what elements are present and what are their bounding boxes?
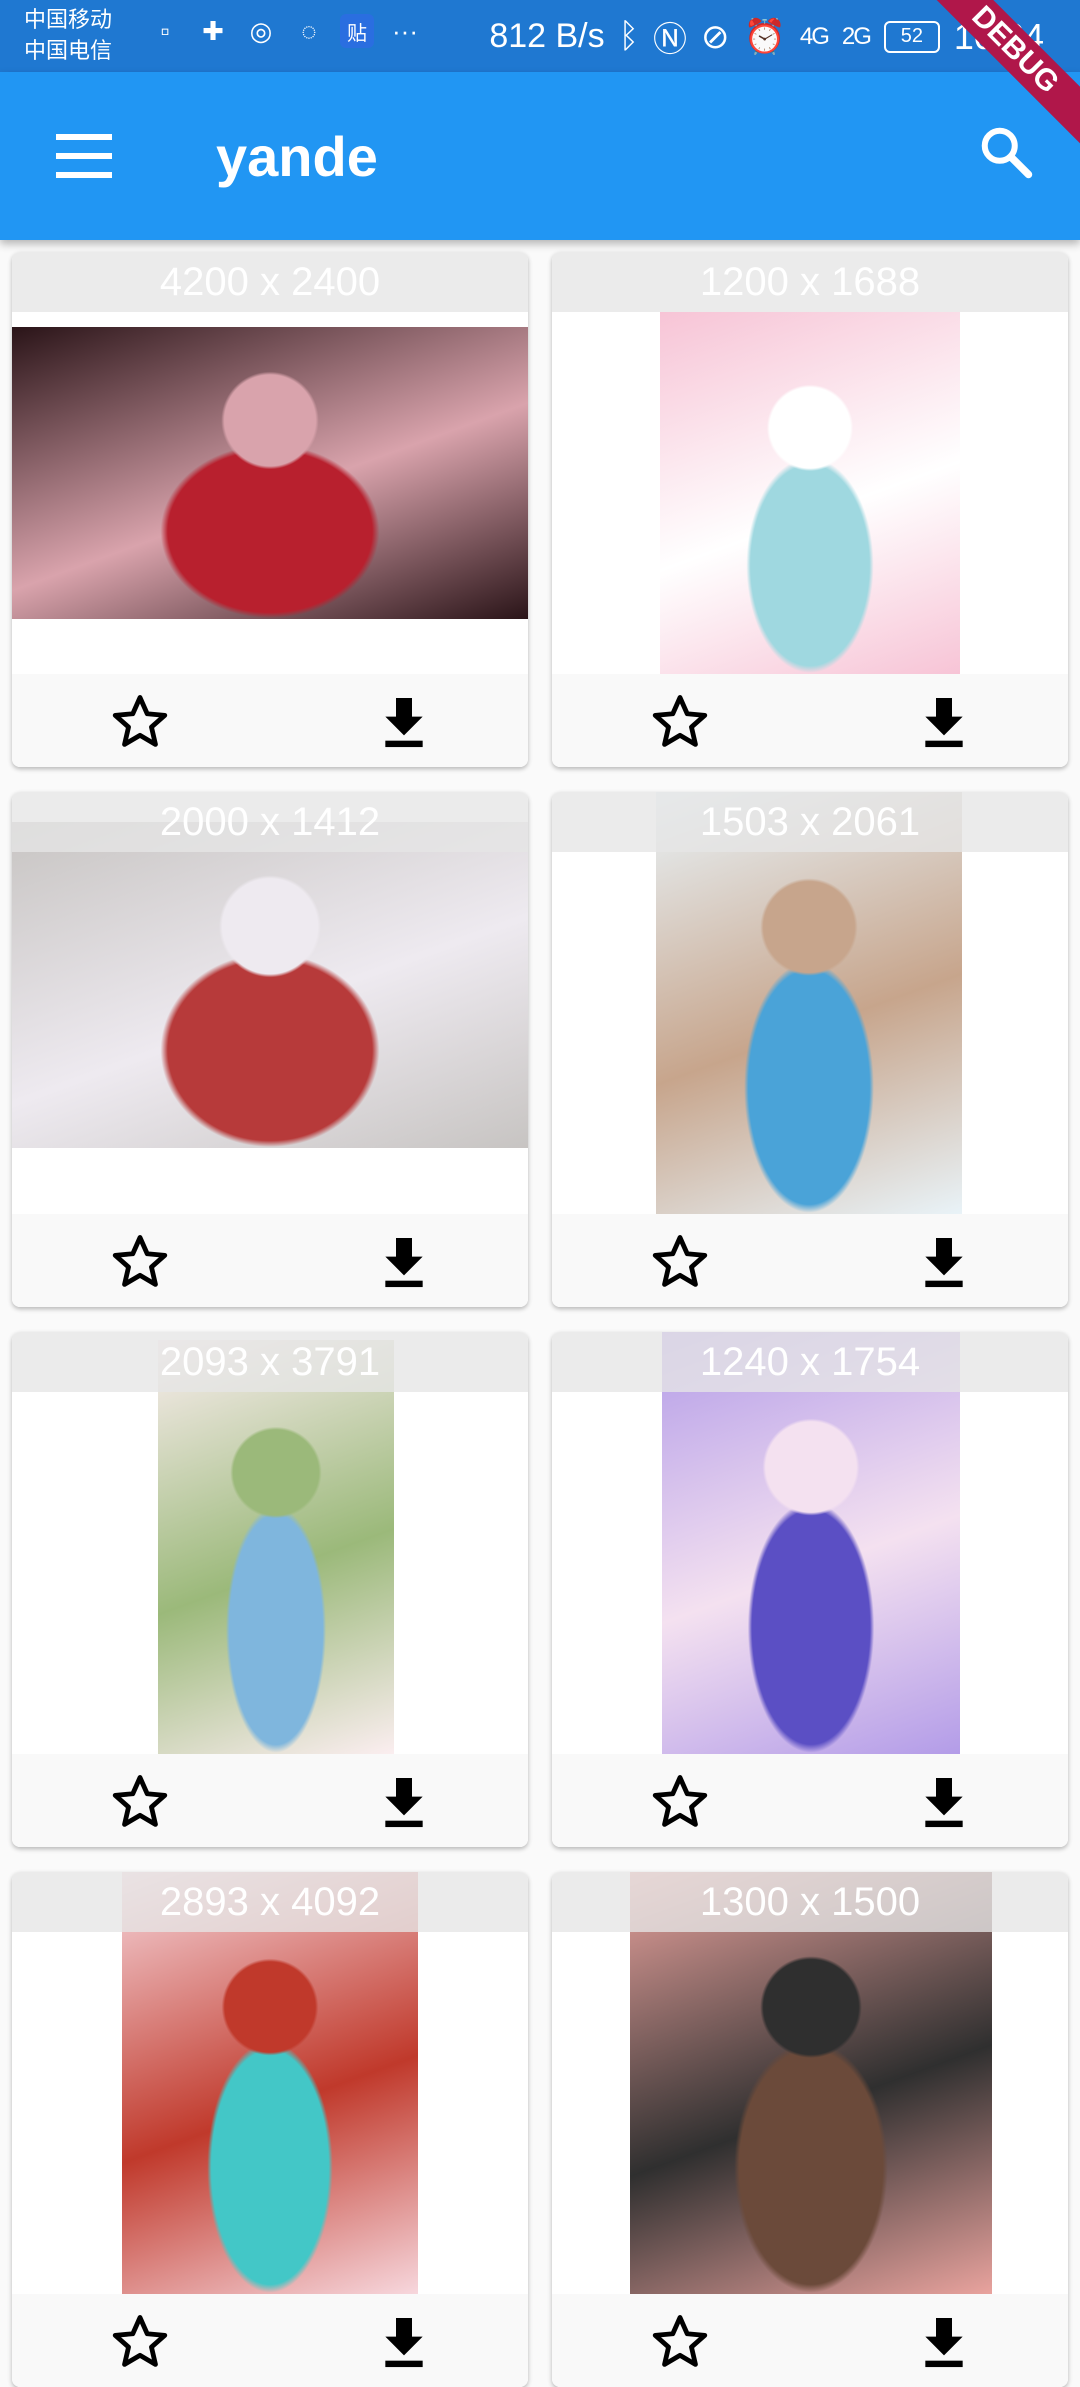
artwork-thumbnail xyxy=(662,1332,960,1754)
download-icon[interactable] xyxy=(372,1230,436,1294)
search-icon[interactable] xyxy=(976,122,1036,182)
favorite-star-icon[interactable] xyxy=(108,1770,172,1834)
mute-icon: ⊘ xyxy=(701,17,730,56)
download-icon[interactable] xyxy=(372,690,436,754)
image-preview[interactable]: 1200 x 1688 xyxy=(552,252,1068,674)
image-card[interactable]: 1200 x 1688 xyxy=(552,252,1068,767)
download-icon[interactable] xyxy=(912,690,976,754)
card-actions xyxy=(552,674,1068,767)
artwork-thumbnail xyxy=(656,792,962,1214)
image-size-label: 1240 x 1754 xyxy=(552,1332,1068,1392)
wechat-icon: ◎ xyxy=(249,15,273,46)
image-preview[interactable]: 4200 x 2400 xyxy=(12,252,528,674)
image-size-label: 1200 x 1688 xyxy=(552,252,1068,312)
image-preview[interactable]: 2000 x 1412 xyxy=(12,792,528,1214)
image-card[interactable]: 4200 x 2400 xyxy=(12,252,528,767)
image-card[interactable]: 1240 x 1754 xyxy=(552,1332,1068,1847)
image-size-label: 2093 x 3791 xyxy=(12,1332,528,1392)
image-size-label: 1300 x 1500 xyxy=(552,1872,1068,1932)
image-card[interactable]: 1503 x 2061 xyxy=(552,792,1068,1307)
card-actions xyxy=(552,1214,1068,1307)
artwork-thumbnail xyxy=(660,312,960,674)
card-actions xyxy=(12,2294,528,2387)
tieba-icon: 贴 xyxy=(340,14,374,48)
more-notifications-icon: ··· xyxy=(392,15,418,46)
download-icon[interactable] xyxy=(912,1770,976,1834)
image-preview[interactable]: 1503 x 2061 xyxy=(552,792,1068,1214)
download-icon[interactable] xyxy=(912,2310,976,2374)
sms-icon: ▫ xyxy=(160,15,170,46)
image-card[interactable]: 2893 x 4092 xyxy=(12,1872,528,2387)
card-actions xyxy=(12,674,528,767)
card-actions xyxy=(552,2294,1068,2387)
signal-1-icon: 4G xyxy=(799,22,830,50)
favorite-star-icon[interactable] xyxy=(648,1230,712,1294)
card-actions xyxy=(12,1214,528,1307)
artwork-thumbnail xyxy=(122,1872,418,2294)
favorite-star-icon[interactable] xyxy=(108,2310,172,2374)
signal-2-icon: 2G xyxy=(841,22,872,50)
image-size-label: 4200 x 2400 xyxy=(12,252,528,312)
loading-icon: ◌ xyxy=(301,15,317,46)
favorite-star-icon[interactable] xyxy=(108,690,172,754)
image-preview[interactable]: 2893 x 4092 xyxy=(12,1872,528,2294)
notification-icons: ▫ ✚ ◎ ◌ 贴 ··· xyxy=(148,14,422,48)
card-actions xyxy=(552,1754,1068,1847)
carrier-info: 中国移动 中国电信 xyxy=(24,4,112,66)
puzzle-icon: ✚ xyxy=(202,15,224,46)
favorite-star-icon[interactable] xyxy=(648,690,712,754)
alarm-icon: ⏰ xyxy=(743,17,786,56)
menu-icon[interactable] xyxy=(56,134,112,178)
artwork-thumbnail xyxy=(12,822,528,1148)
download-icon[interactable] xyxy=(912,1230,976,1294)
page-title: yande xyxy=(216,125,378,188)
favorite-star-icon[interactable] xyxy=(108,1230,172,1294)
image-preview[interactable]: 2093 x 3791 xyxy=(12,1332,528,1754)
image-card[interactable]: 1300 x 1500 xyxy=(552,1872,1068,2387)
card-actions xyxy=(12,1754,528,1847)
status-bar: 中国移动 中国电信 ▫ ✚ ◎ ◌ 贴 ··· 812 B/s ᛒ Ⓝ ⊘ ⏰ … xyxy=(0,0,1080,72)
artwork-thumbnail xyxy=(12,327,528,619)
download-icon[interactable] xyxy=(372,2310,436,2374)
favorite-star-icon[interactable] xyxy=(648,1770,712,1834)
battery-icon: 52 xyxy=(883,20,940,53)
image-preview[interactable]: 1300 x 1500 xyxy=(552,1872,1068,2294)
nfc-icon: Ⓝ xyxy=(653,21,688,59)
app-bar: yande xyxy=(0,72,1080,240)
image-size-label: 2893 x 4092 xyxy=(12,1872,528,1932)
image-card[interactable]: 2093 x 3791 xyxy=(12,1332,528,1847)
image-size-label: 2000 x 1412 xyxy=(12,792,528,852)
image-preview[interactable]: 1240 x 1754 xyxy=(552,1332,1068,1754)
carrier-1: 中国移动 xyxy=(24,7,113,32)
artwork-thumbnail xyxy=(158,1340,394,1754)
image-card[interactable]: 2000 x 1412 xyxy=(12,792,528,1307)
download-icon[interactable] xyxy=(372,1770,436,1834)
net-speed: 812 B/s xyxy=(489,17,605,55)
image-size-label: 1503 x 2061 xyxy=(552,792,1068,852)
bluetooth-icon: ᛒ xyxy=(618,17,640,55)
artwork-thumbnail xyxy=(630,1872,992,2294)
carrier-2: 中国电信 xyxy=(24,38,113,63)
favorite-star-icon[interactable] xyxy=(648,2310,712,2374)
